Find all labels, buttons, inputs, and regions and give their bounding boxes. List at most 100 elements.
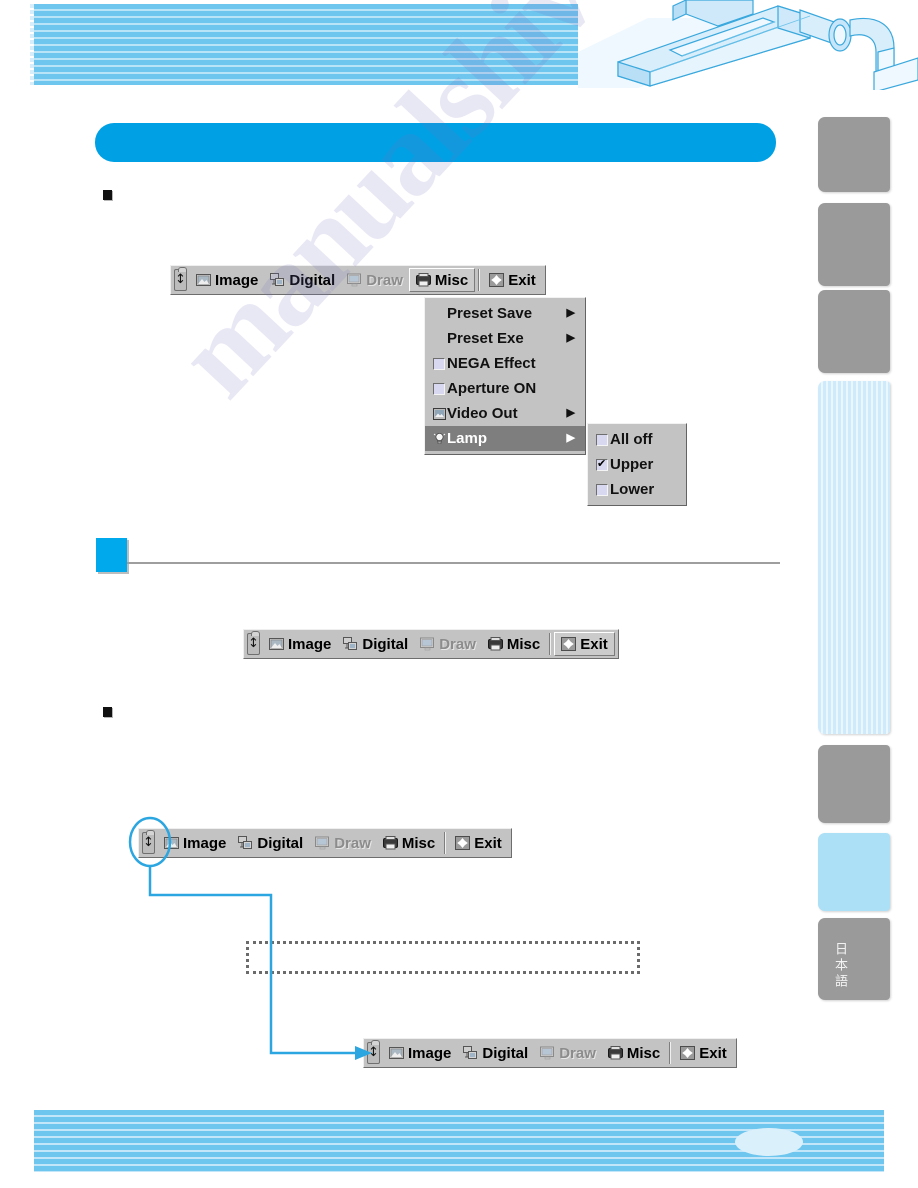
digital-icon — [343, 637, 358, 650]
checkbox-icon[interactable] — [596, 433, 608, 446]
square-bullet-icon — [103, 190, 112, 200]
chevron-right-icon: ▶ — [566, 432, 575, 444]
sidebar-item-5[interactable] — [818, 745, 890, 823]
menu-item-video-out[interactable]: Video Out ▶ — [425, 401, 585, 426]
submenu-checkbox-wrap[interactable] — [594, 483, 610, 496]
exit-icon — [489, 273, 505, 287]
image-icon — [196, 274, 211, 286]
toolbar-button-exit-label: Exit — [474, 834, 502, 852]
lamp-submenu[interactable]: All off Upper Lower — [587, 423, 687, 506]
toolbar-button-exit-label: Exit — [580, 635, 608, 653]
menu-item-lamp-label: Lamp — [447, 430, 488, 447]
exit-icon — [561, 637, 577, 651]
menu-item-nega-effect[interactable]: NEGA Effect — [425, 351, 585, 376]
toolbar-button-image[interactable]: Image — [158, 831, 232, 855]
drag-handle-icon[interactable] — [247, 631, 260, 655]
sidebar-item-2[interactable] — [818, 203, 890, 286]
sidebar-item-japanese[interactable]: 日本語 — [818, 918, 890, 1000]
toolbar-button-draw-label: Draw — [366, 271, 403, 289]
toolbar-button-draw-label: Draw — [559, 1044, 596, 1062]
lamp-icon — [433, 433, 445, 444]
menu-item-nega-effect-label: NEGA Effect — [447, 355, 536, 372]
sidebar-item-6[interactable] — [818, 833, 890, 911]
toolbar-button-misc[interactable]: Misc — [408, 268, 476, 292]
menu-item-checkbox[interactable] — [431, 382, 447, 395]
toolbar-second[interactable]: Image Digital Draw Misc Ex — [243, 629, 619, 659]
misc-dropdown-menu[interactable]: Preset Save ▶ Preset Exe ▶ NEGA Effect A… — [424, 297, 586, 455]
footer-page-number-badge — [735, 1128, 803, 1156]
menu-item-lamp[interactable]: Lamp ▶ — [425, 426, 585, 451]
sidebar-item-3[interactable] — [818, 290, 890, 373]
menu-item-preset-save[interactable]: Preset Save ▶ — [425, 301, 585, 326]
drag-handle-icon[interactable] — [367, 1040, 380, 1064]
submenu-item-all-off[interactable]: All off — [588, 427, 686, 452]
exit-icon — [680, 1046, 696, 1060]
toolbar-button-draw[interactable]: Draw — [534, 1041, 602, 1065]
toolbar-button-draw[interactable]: Draw — [414, 632, 482, 656]
toolbar-button-image-label: Image — [183, 834, 227, 852]
callout-annotation — [128, 816, 372, 1060]
toolbar-button-exit[interactable]: Exit — [674, 1041, 733, 1065]
toolbar-button-digital[interactable]: Digital — [337, 632, 414, 656]
toolbar-button-misc-label: Misc — [626, 1044, 661, 1062]
toolbar-button-image[interactable]: Image — [263, 632, 337, 656]
menu-item-checkbox[interactable] — [431, 357, 447, 370]
toolbar-button-draw[interactable]: Draw — [341, 268, 409, 292]
menu-item-preset-exe[interactable]: Preset Exe ▶ — [425, 326, 585, 351]
chevron-right-icon: ▶ — [566, 332, 575, 344]
submenu-checkbox-wrap[interactable] — [594, 457, 610, 471]
toolbar-button-image[interactable]: Image — [383, 1041, 457, 1065]
toolbar-button-misc[interactable]: Misc — [482, 632, 546, 656]
toolbar-button-exit[interactable]: Exit — [449, 831, 508, 855]
draw-icon — [420, 637, 435, 651]
lamp-icon-wrap — [431, 432, 447, 445]
drag-handle-icon[interactable] — [174, 267, 187, 291]
drag-handle-icon[interactable] — [142, 830, 155, 854]
misc-icon — [487, 637, 503, 651]
toolbar-button-misc-label: Misc — [401, 834, 436, 852]
bullet-item-1 — [103, 188, 763, 200]
menu-item-video-out-label: Video Out — [447, 405, 518, 422]
submenu-checkbox-wrap[interactable] — [594, 433, 610, 446]
toolbar-button-digital[interactable]: Digital — [457, 1041, 534, 1065]
menu-item-preset-save-label: Preset Save — [447, 305, 533, 322]
checkbox-icon[interactable] — [433, 382, 445, 395]
video-icon — [432, 407, 446, 420]
toolbar-button-misc[interactable]: Misc — [377, 831, 441, 855]
toolbar-button-image-label: Image — [408, 1044, 452, 1062]
exit-icon — [455, 836, 471, 850]
checkbox-icon[interactable] — [596, 483, 608, 496]
draw-icon — [347, 273, 362, 287]
section-number-box — [96, 538, 127, 572]
chevron-right-icon: ▶ — [566, 407, 575, 419]
checkbox-icon[interactable] — [433, 357, 445, 370]
page-header — [0, 0, 918, 90]
toolbar-bottom[interactable]: Image Digital Draw Misc Ex — [363, 1038, 737, 1068]
misc-icon — [382, 836, 398, 850]
toolbar-separator — [478, 269, 481, 291]
menu-item-aperture-on[interactable]: Aperture ON — [425, 376, 585, 401]
digital-icon — [270, 273, 285, 286]
chevron-right-icon: ▶ — [566, 307, 575, 319]
toolbar-button-image[interactable]: Image — [190, 268, 264, 292]
sidebar-item-1[interactable] — [818, 117, 890, 192]
sidebar-item-4[interactable] — [818, 381, 890, 734]
submenu-item-all-off-label: All off — [610, 431, 653, 448]
toolbar-button-misc[interactable]: Misc — [602, 1041, 666, 1065]
submenu-item-upper[interactable]: Upper — [588, 452, 686, 477]
toolbar-top[interactable]: Image Digital Draw Misc Ex — [170, 265, 546, 295]
misc-icon — [415, 273, 431, 287]
toolbar-separator — [549, 633, 552, 655]
toolbar-button-draw[interactable]: Draw — [309, 831, 377, 855]
toolbar-button-exit[interactable]: Exit — [554, 632, 615, 656]
checkbox-checked-icon[interactable] — [596, 457, 608, 471]
toolbar-button-exit-label: Exit — [508, 271, 536, 289]
toolbar-button-exit[interactable]: Exit — [483, 268, 542, 292]
sidebar-item-japanese-label: 日本語 — [832, 942, 847, 990]
submenu-item-lower[interactable]: Lower — [588, 477, 686, 502]
toolbar-button-digital[interactable]: Digital — [232, 831, 309, 855]
toolbar-button-digital[interactable]: Digital — [264, 268, 341, 292]
toolbar-third[interactable]: Image Digital Draw Misc Ex — [138, 828, 512, 858]
toolbar-button-image-label: Image — [215, 271, 259, 289]
toolbar-button-draw-label: Draw — [334, 834, 371, 852]
